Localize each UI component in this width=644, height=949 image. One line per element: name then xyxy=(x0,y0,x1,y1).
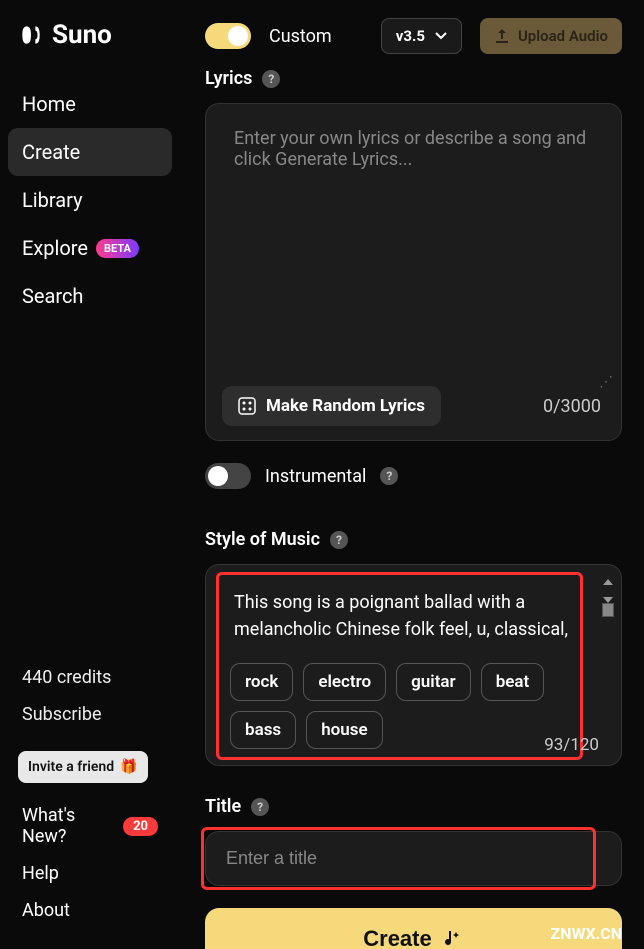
custom-toggle-label: Custom xyxy=(269,26,332,47)
sidebar-item-library[interactable]: Library xyxy=(8,176,172,224)
watermark: ZNWX.CN xyxy=(550,924,622,943)
chevron-down-icon xyxy=(435,32,447,40)
about-link[interactable]: About xyxy=(8,892,172,929)
lyrics-counter: 0/3000 xyxy=(543,396,601,417)
top-controls: Custom v3.5 Upload Audio xyxy=(205,18,622,54)
help-icon[interactable]: ? xyxy=(380,467,398,485)
main-panel: Custom v3.5 Upload Audio Lyrics ? ⋰ Make… xyxy=(180,0,644,949)
whats-new-link[interactable]: What's New? 20 xyxy=(8,797,172,855)
style-label: Style of Music ? xyxy=(205,529,622,550)
instrumental-row: Instrumental ? xyxy=(205,463,622,489)
make-random-lyrics-button[interactable]: Make Random Lyrics xyxy=(222,386,441,426)
style-tag[interactable]: electro xyxy=(303,663,386,701)
lyrics-label: Lyrics ? xyxy=(205,68,622,89)
suno-logo-icon xyxy=(18,22,44,48)
style-counter: 93/120 xyxy=(544,735,599,755)
style-tag[interactable]: beat xyxy=(481,663,545,701)
instrumental-toggle[interactable] xyxy=(205,463,251,489)
credits-display: 440 credits xyxy=(8,659,172,696)
whats-new-count: 20 xyxy=(123,817,158,836)
style-tag[interactable]: bass xyxy=(230,711,296,749)
help-icon[interactable]: ? xyxy=(262,70,280,88)
upload-icon xyxy=(494,28,510,44)
upload-audio-button[interactable]: Upload Audio xyxy=(480,18,622,54)
scroll-up-icon[interactable] xyxy=(603,579,613,585)
sidebar-item-home[interactable]: Home xyxy=(8,80,172,128)
sidebar-item-search[interactable]: Search xyxy=(8,272,172,320)
version-select[interactable]: v3.5 xyxy=(381,18,462,54)
sidebar-item-explore[interactable]: Explore BETA xyxy=(8,224,172,272)
brand-name: Suno xyxy=(52,20,112,50)
style-text-input[interactable]: This song is a poignant ballad with a me… xyxy=(220,579,607,657)
beta-badge: BETA xyxy=(96,239,139,258)
lyrics-textarea[interactable] xyxy=(206,104,621,372)
music-sparkle-icon xyxy=(442,928,464,949)
scrollbar[interactable] xyxy=(601,579,615,617)
title-input[interactable] xyxy=(205,831,622,886)
help-icon[interactable]: ? xyxy=(251,798,269,816)
instrumental-label: Instrumental xyxy=(265,466,366,487)
lyrics-box: ⋰ Make Random Lyrics 0/3000 xyxy=(205,103,622,441)
help-link[interactable]: Help xyxy=(8,855,172,892)
sidebar-item-create[interactable]: Create xyxy=(8,128,172,176)
title-label: Title ? xyxy=(205,796,622,817)
style-tag[interactable]: rock xyxy=(230,663,293,701)
sidebar: Suno Home Create Library Explore BETA Se… xyxy=(0,0,180,949)
style-tag[interactable]: guitar xyxy=(396,663,471,701)
dice-icon xyxy=(238,397,256,415)
gift-icon: 🎁 xyxy=(120,759,137,775)
invite-friend-button[interactable]: Invite a friend 🎁 xyxy=(18,751,148,783)
style-box: This song is a poignant ballad with a me… xyxy=(205,564,622,766)
help-icon[interactable]: ? xyxy=(330,531,348,549)
subscribe-link[interactable]: Subscribe xyxy=(8,696,172,733)
scroll-thumb[interactable] xyxy=(602,603,614,617)
style-tag[interactable]: house xyxy=(306,711,382,749)
logo[interactable]: Suno xyxy=(8,20,172,80)
custom-toggle[interactable] xyxy=(205,23,251,49)
